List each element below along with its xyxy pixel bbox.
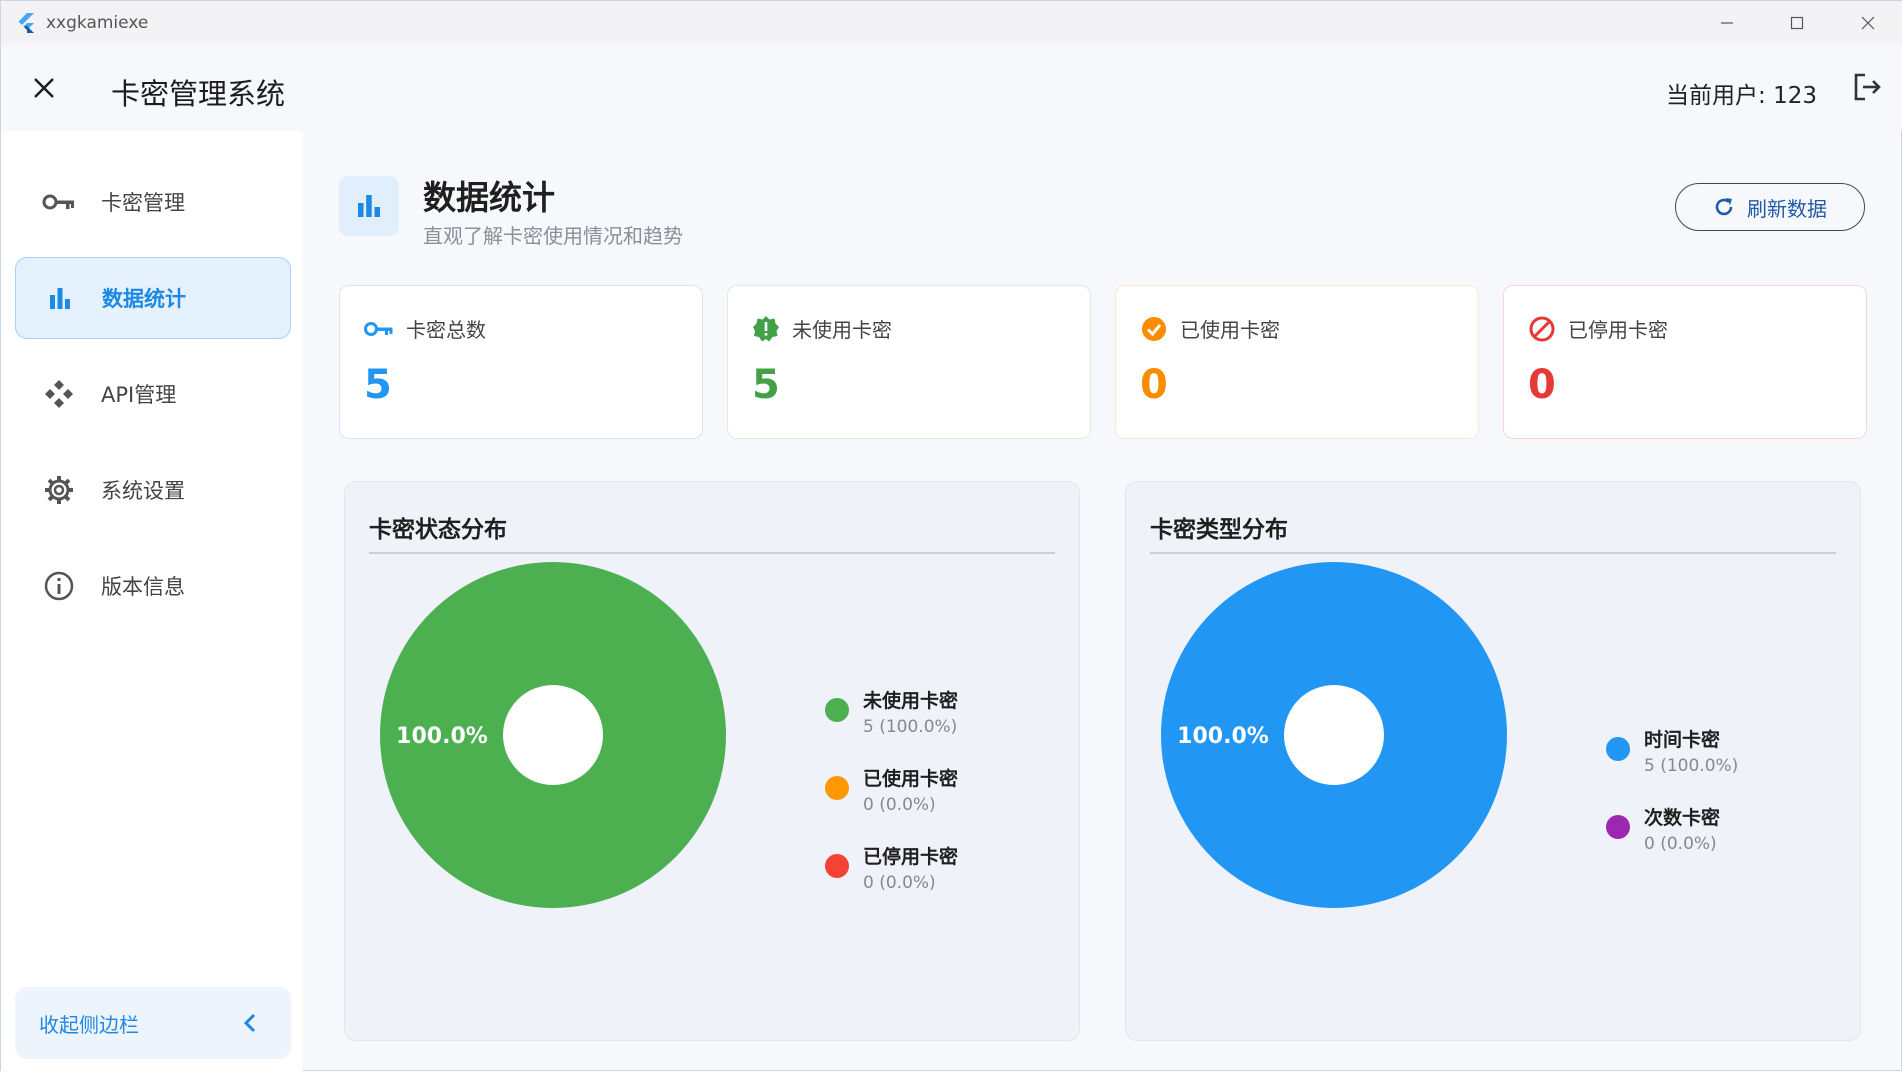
page-header-icon xyxy=(339,176,399,236)
legend-item: 时间卡密 5 (100.0%) xyxy=(1606,725,1738,776)
app-window: xxgkamiexe 卡密管理系统 当前用户: 123 卡密管理 数据统计 AP… xyxy=(0,0,1902,1072)
stat-card-used: 已使用卡密 0 xyxy=(1115,285,1479,439)
sidebar-item-settings[interactable]: 系统设置 xyxy=(15,449,291,531)
sidebar-item-api[interactable]: API管理 xyxy=(15,353,291,435)
logout-button[interactable] xyxy=(1847,67,1887,107)
slice-percent-label: 100.0% xyxy=(1177,724,1269,749)
sidebar-item-version[interactable]: 版本信息 xyxy=(15,545,291,627)
legend-name: 次数卡密 xyxy=(1644,807,1721,829)
new-badge-icon xyxy=(753,315,779,341)
page-subtitle: 直观了解卡密使用情况和趋势 xyxy=(423,224,683,248)
key-icon xyxy=(364,321,393,336)
legend-meta: 5 (100.0%) xyxy=(1644,756,1739,776)
refresh-data-button[interactable]: 刷新数据 xyxy=(1675,183,1865,231)
chevron-left-icon xyxy=(243,1013,256,1033)
sidebar-item-label: API管理 xyxy=(101,383,177,407)
check-circle-icon xyxy=(1142,316,1166,341)
stat-value: 5 xyxy=(752,362,780,408)
stat-label: 未使用卡密 xyxy=(792,318,892,342)
stat-label: 卡密总数 xyxy=(406,318,486,342)
stat-card-total: 卡密总数 5 xyxy=(339,285,703,439)
legend-name: 时间卡密 xyxy=(1644,729,1721,751)
legend-swatch xyxy=(1606,815,1630,839)
minimize-button[interactable] xyxy=(1692,1,1762,45)
sidebar-item-label: 卡密管理 xyxy=(101,191,185,215)
sidebar-item-label: 数据统计 xyxy=(102,287,186,311)
legend-name: 已使用卡密 xyxy=(863,768,959,790)
info-icon xyxy=(39,566,79,606)
legend-item: 次数卡密 0 (0.0%) xyxy=(1606,803,1720,854)
legend-item: 已停用卡密 0 (0.0%) xyxy=(825,842,958,893)
header-close-button[interactable] xyxy=(25,69,63,107)
collapse-sidebar-label: 收起侧边栏 xyxy=(39,1012,139,1037)
collapse-sidebar-button[interactable]: 收起侧边栏 xyxy=(15,987,291,1059)
legend-meta: 0 (0.0%) xyxy=(1644,834,1717,854)
refresh-icon xyxy=(1715,198,1733,216)
legend-swatch xyxy=(825,776,849,800)
donut-hole xyxy=(1284,685,1384,785)
sidebar-item-card-management[interactable]: 卡密管理 xyxy=(15,161,291,243)
legend-item: 未使用卡密 5 (100.0%) xyxy=(825,686,958,737)
slice-percent-label: 100.0% xyxy=(396,724,488,749)
sidebar-item-statistics[interactable]: 数据统计 xyxy=(15,257,291,339)
stat-value: 5 xyxy=(364,362,392,408)
stat-card-unused: 未使用卡密 5 xyxy=(727,285,1091,439)
logout-icon xyxy=(1854,73,1881,101)
flutter-logo-icon xyxy=(18,13,34,33)
status-donut-chart: 100.0% xyxy=(380,562,726,908)
gear-icon xyxy=(39,470,79,510)
legend-swatch xyxy=(1606,737,1630,761)
refresh-data-label: 刷新数据 xyxy=(1747,196,1827,221)
stat-value: 0 xyxy=(1528,362,1556,408)
stat-value: 0 xyxy=(1140,362,1168,408)
maximize-icon xyxy=(1790,16,1804,30)
legend-name: 未使用卡密 xyxy=(863,690,959,712)
bar-chart-icon xyxy=(358,195,380,217)
stat-card-disabled: 已停用卡密 0 xyxy=(1503,285,1867,439)
legend-item: 已使用卡密 0 (0.0%) xyxy=(825,764,958,815)
window-titlebar: xxgkamiexe xyxy=(1,1,1902,45)
close-icon xyxy=(1861,16,1875,30)
window-close-button[interactable] xyxy=(1833,1,1902,45)
bar-chart-icon xyxy=(40,278,80,318)
legend-name: 已停用卡密 xyxy=(863,846,959,868)
close-icon xyxy=(34,78,54,98)
legend-meta: 5 (100.0%) xyxy=(863,717,958,737)
minimize-icon xyxy=(1721,22,1733,24)
legend-swatch xyxy=(825,854,849,878)
legend-meta: 0 (0.0%) xyxy=(863,873,936,893)
current-user-label: 当前用户: 123 xyxy=(1666,83,1817,109)
legend-swatch xyxy=(825,698,849,722)
sidebar: 卡密管理 数据统计 API管理 系统设置 版本信息 收起侧边栏 xyxy=(1,131,303,1072)
type-donut-chart: 100.0% xyxy=(1161,562,1507,908)
maximize-button[interactable] xyxy=(1762,1,1832,45)
chart-card-status: 卡密状态分布 100.0% 未使用卡密 5 (100.0%) 已使用卡密 0 (… xyxy=(344,481,1080,1041)
window-app-name: xxgkamiexe xyxy=(46,13,149,33)
chart-card-type: 卡密类型分布 100.0% 时间卡密 5 (100.0%) 次数卡密 0 (0.… xyxy=(1125,481,1861,1041)
key-icon xyxy=(39,182,79,222)
api-icon xyxy=(39,374,79,414)
stat-label: 已停用卡密 xyxy=(1568,318,1668,342)
block-icon xyxy=(1529,316,1555,341)
sidebar-item-label: 系统设置 xyxy=(101,479,185,503)
app-header: 卡密管理系统 当前用户: 123 xyxy=(1,45,1902,131)
donut-hole xyxy=(503,685,603,785)
stat-label: 已使用卡密 xyxy=(1180,318,1280,342)
page-title: 数据统计 xyxy=(423,178,555,217)
app-title: 卡密管理系统 xyxy=(111,77,286,111)
legend-meta: 0 (0.0%) xyxy=(863,795,936,815)
sidebar-item-label: 版本信息 xyxy=(101,575,185,599)
